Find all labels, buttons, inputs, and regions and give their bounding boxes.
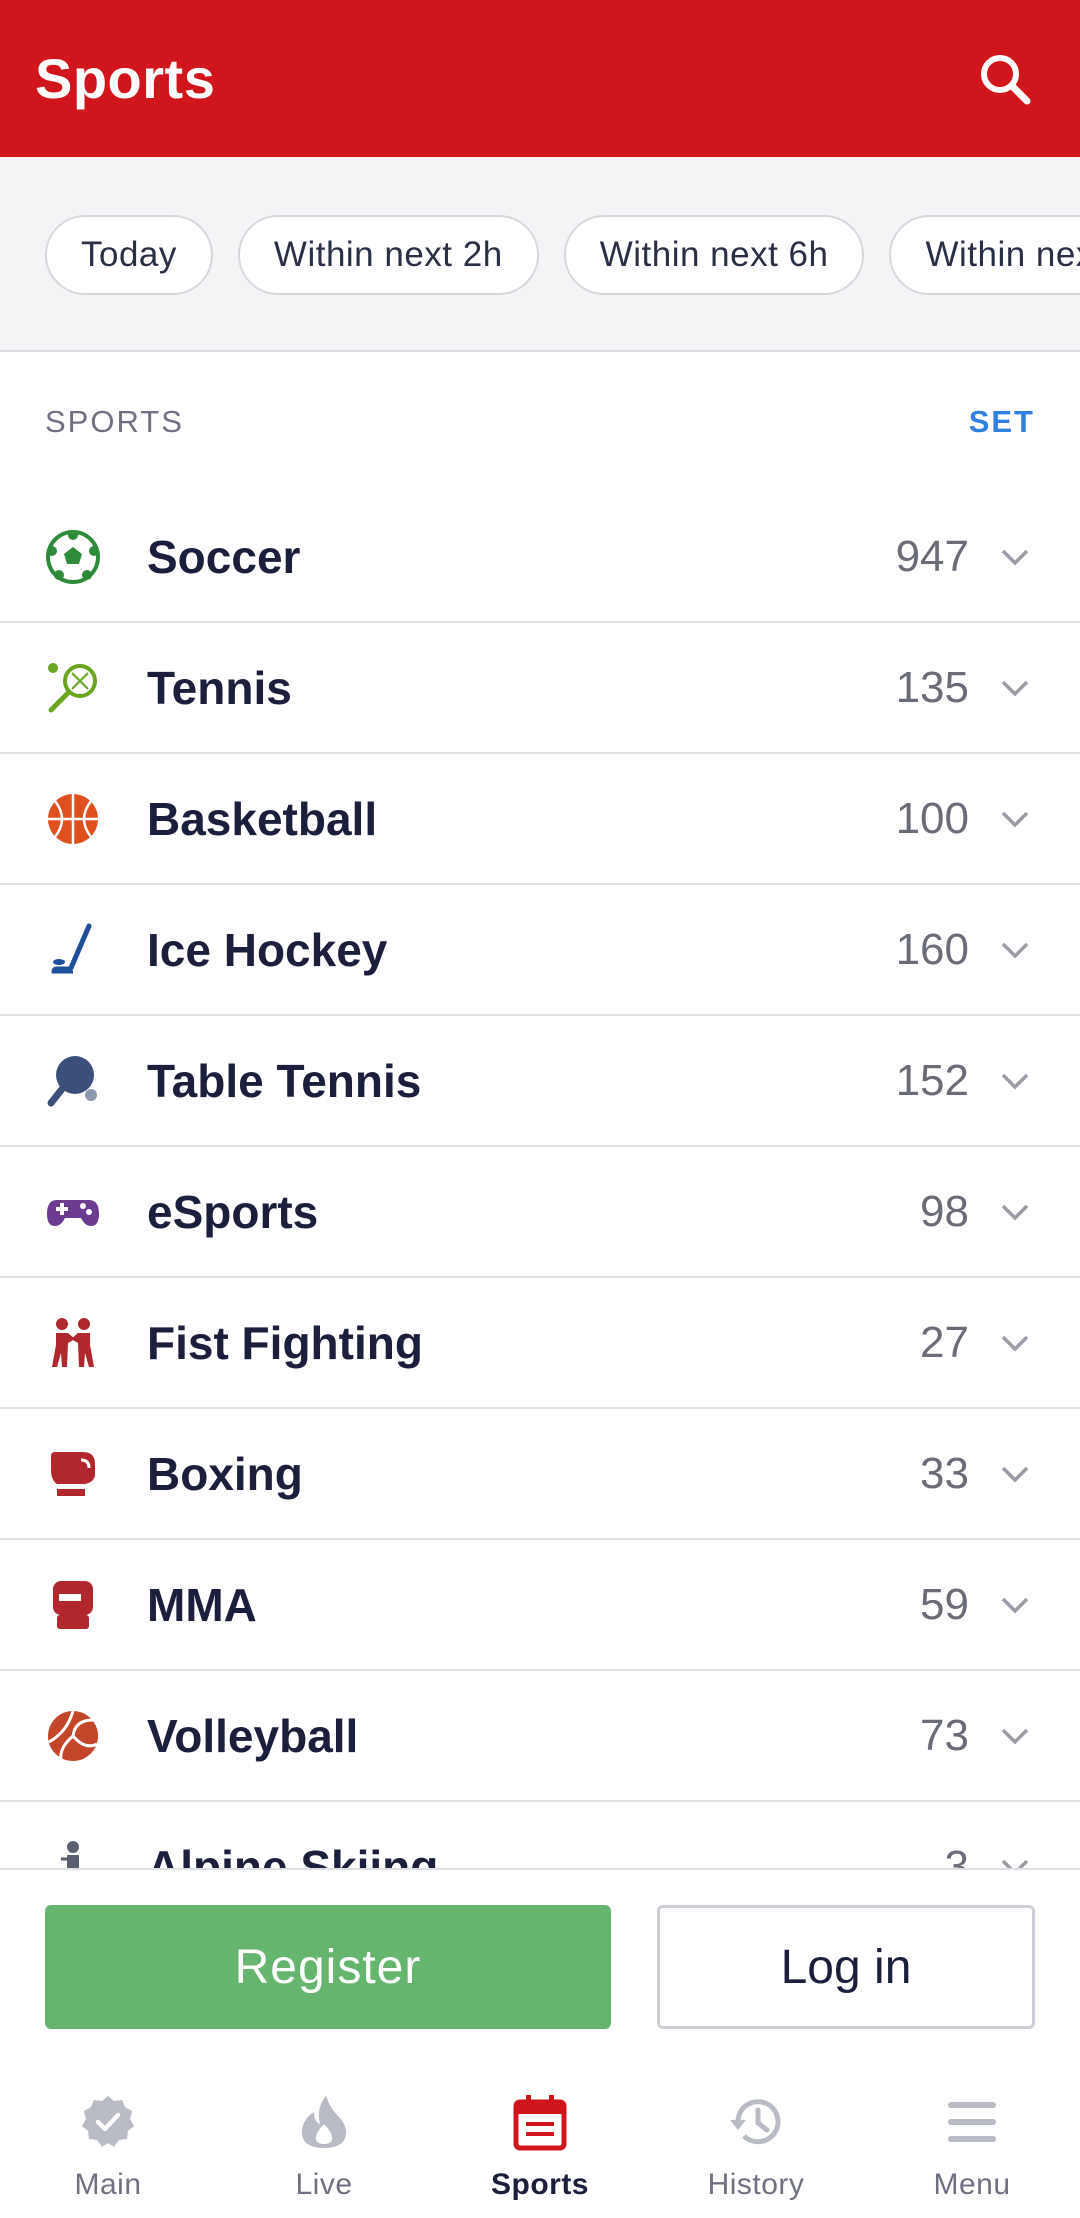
- sport-name: Boxing: [147, 1447, 303, 1500]
- chip-label: Within next 6h: [599, 235, 829, 274]
- chip-label: Today: [81, 235, 177, 274]
- history-clock-icon: [724, 2090, 788, 2154]
- flame-icon: [292, 2090, 356, 2154]
- filter-chips: Today Within next 2h Within next 6h With…: [45, 215, 1080, 295]
- filter-chip-12h[interactable]: Within next 12h: [889, 215, 1080, 295]
- sport-count: 100: [895, 793, 969, 843]
- nav-item-main[interactable]: Main: [0, 2048, 216, 2218]
- sport-count: 135: [895, 662, 969, 712]
- sport-count: 73: [920, 1710, 969, 1760]
- chevron-down-icon[interactable]: [995, 1847, 1035, 1868]
- chevron-down-icon[interactable]: [995, 930, 1035, 970]
- sport-row-tennis[interactable]: Tennis 135: [0, 623, 1080, 754]
- sport-name: Basketball: [147, 792, 378, 845]
- filter-chip-today[interactable]: Today: [45, 215, 213, 295]
- filter-chip-2h[interactable]: Within next 2h: [237, 215, 539, 295]
- chevron-down-icon[interactable]: [995, 1454, 1035, 1494]
- search-icon: [981, 54, 1031, 104]
- calendar-icon: [508, 2090, 572, 2154]
- sport-row-boxing[interactable]: Boxing 33: [0, 1409, 1080, 1540]
- time-filter-bar: Today Within next 2h Within next 6h With…: [0, 157, 1080, 352]
- sport-name: Soccer: [147, 530, 301, 583]
- sport-name: Tennis: [147, 661, 292, 714]
- sport-count: 98: [920, 1186, 969, 1236]
- chevron-down-icon[interactable]: [995, 1192, 1035, 1232]
- sport-row-ice-hockey[interactable]: Ice Hockey 160: [0, 885, 1080, 1016]
- sport-count: 160: [895, 924, 969, 974]
- chevron-down-icon[interactable]: [995, 1061, 1035, 1101]
- boxing-glove-icon: [45, 1446, 101, 1502]
- sport-row-mma[interactable]: MMA 59: [0, 1540, 1080, 1671]
- gamepad-icon: [45, 1184, 101, 1240]
- sport-name: eSports: [147, 1185, 319, 1238]
- sport-row-basketball[interactable]: Basketball 100: [0, 754, 1080, 885]
- sport-name: Volleyball: [147, 1709, 359, 1762]
- auth-bar: Register Log in: [0, 1868, 1080, 2048]
- search-button[interactable]: [970, 44, 1040, 114]
- volleyball-icon: [45, 1708, 101, 1764]
- sport-row-alpine-skiing[interactable]: Alpine Skiing 3: [0, 1802, 1080, 1868]
- chevron-down-icon[interactable]: [995, 1716, 1035, 1756]
- sport-row-volleyball[interactable]: Volleyball 73: [0, 1671, 1080, 1802]
- set-button[interactable]: SET: [969, 404, 1035, 440]
- login-button[interactable]: Log in: [657, 1905, 1035, 2029]
- badge-check-icon: [76, 2090, 140, 2154]
- ping-pong-paddle-icon: [45, 1053, 101, 1109]
- chevron-down-icon[interactable]: [995, 799, 1035, 839]
- sport-count: 947: [895, 531, 969, 581]
- sports-section-header: SPORTS SET: [0, 352, 1080, 492]
- sport-name: MMA: [147, 1578, 257, 1631]
- sport-count: 59: [920, 1579, 969, 1629]
- chip-label: Within next 2h: [273, 235, 503, 274]
- page-title: Sports: [35, 47, 216, 110]
- chevron-down-icon[interactable]: [995, 668, 1035, 708]
- sport-row-soccer[interactable]: Soccer 947: [0, 492, 1080, 623]
- sport-row-fist-fighting[interactable]: Fist Fighting 27: [0, 1278, 1080, 1409]
- nav-item-menu[interactable]: Menu: [864, 2048, 1080, 2218]
- sport-name: Alpine Skiing: [147, 1840, 439, 1869]
- nav-label: Main: [74, 2168, 142, 2201]
- fighters-icon: [45, 1315, 101, 1371]
- sport-list: Soccer 947 Tennis 135 Basketball 100 Ice…: [0, 492, 1080, 1868]
- hamburger-menu-icon: [940, 2090, 1004, 2154]
- chip-label: Within next 12h: [925, 235, 1080, 274]
- nav-item-live[interactable]: Live: [216, 2048, 432, 2218]
- nav-label: Menu: [933, 2168, 1011, 2201]
- bottom-nav: Main Live Sports History Menu: [0, 2048, 1080, 2218]
- app-header: Sports: [0, 0, 1080, 157]
- sport-name: Ice Hockey: [147, 923, 388, 976]
- basketball-icon: [45, 791, 101, 847]
- chevron-down-icon[interactable]: [995, 1585, 1035, 1625]
- nav-label: Sports: [490, 2168, 589, 2201]
- sport-count: 152: [895, 1055, 969, 1105]
- sport-name: Fist Fighting: [147, 1316, 423, 1369]
- tennis-racket-icon: [45, 660, 101, 716]
- sport-count: 27: [920, 1317, 969, 1367]
- filter-chip-6h[interactable]: Within next 6h: [563, 215, 865, 295]
- register-button[interactable]: Register: [45, 1905, 611, 2029]
- soccer-ball-icon: [45, 529, 101, 585]
- chevron-down-icon[interactable]: [995, 1323, 1035, 1363]
- sport-count: 3: [944, 1841, 969, 1869]
- sport-count: 33: [920, 1448, 969, 1498]
- chevron-down-icon[interactable]: [995, 537, 1035, 577]
- nav-item-sports[interactable]: Sports: [432, 2048, 648, 2218]
- mma-glove-icon: [45, 1577, 101, 1633]
- hockey-stick-icon: [45, 922, 101, 978]
- nav-label: History: [707, 2168, 805, 2201]
- sport-row-esports[interactable]: eSports 98: [0, 1147, 1080, 1278]
- nav-item-history[interactable]: History: [648, 2048, 864, 2218]
- section-title: SPORTS: [45, 404, 184, 439]
- sport-name: Table Tennis: [147, 1054, 422, 1107]
- sport-row-table-tennis[interactable]: Table Tennis 152: [0, 1016, 1080, 1147]
- skier-icon: [45, 1839, 101, 1868]
- nav-label: Live: [295, 2168, 353, 2201]
